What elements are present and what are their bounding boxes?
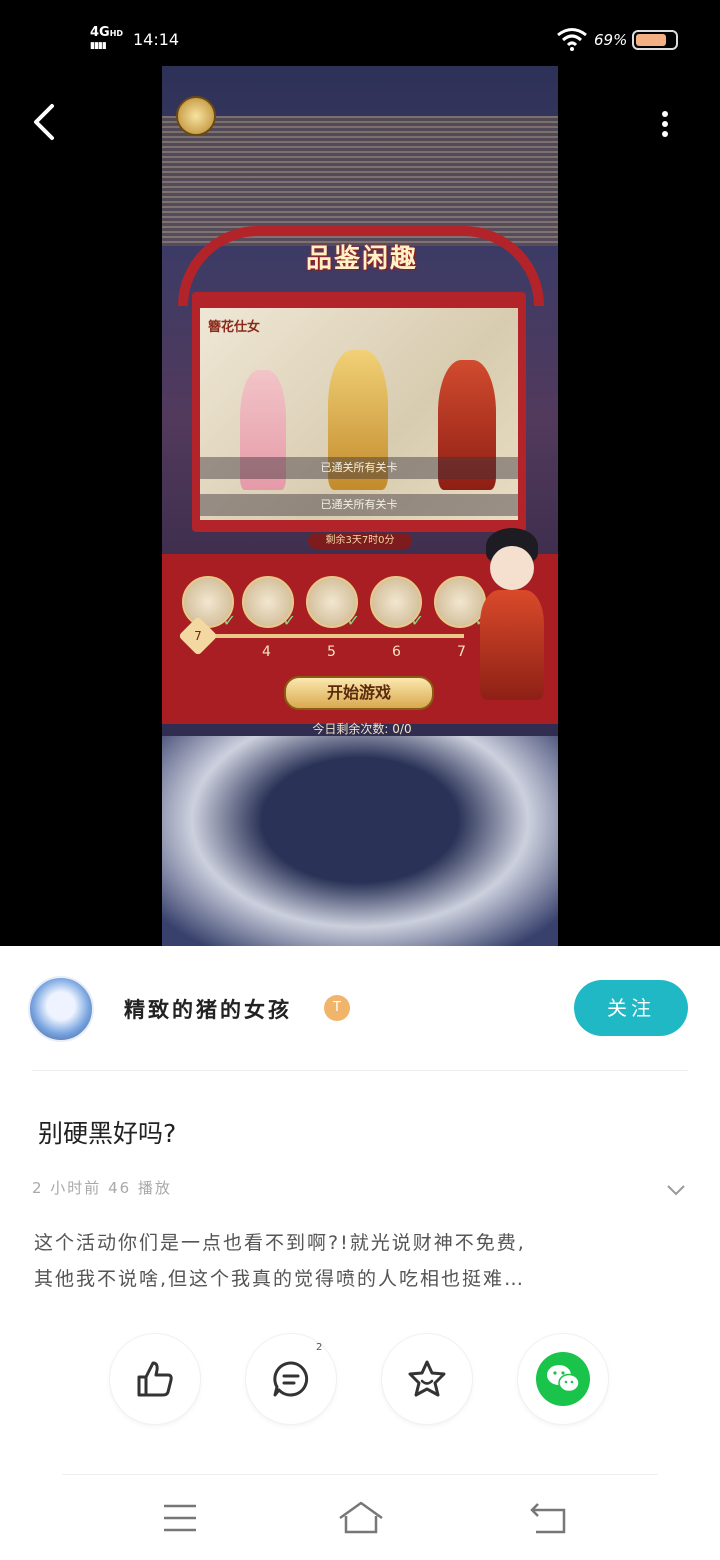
- post-body-line: 这个活动你们是一点也看不到啊?!就光说财神不免费,: [34, 1232, 526, 1254]
- passed-label: 已通关所有关卡: [200, 494, 518, 516]
- painting-label: 簪花仕女: [208, 320, 261, 335]
- reward-item: ✓: [242, 576, 296, 630]
- divider: [62, 1474, 658, 1475]
- battery-percent: 69%: [594, 31, 628, 49]
- follow-button[interactable]: 关注: [574, 980, 688, 1036]
- check-icon: ✓: [282, 611, 296, 630]
- banner-title: 品鉴闲趣: [305, 244, 418, 274]
- like-button[interactable]: [110, 1334, 200, 1424]
- level-badge: T: [324, 995, 350, 1021]
- menu-icon[interactable]: [160, 1498, 200, 1538]
- reward-item: ✓: [306, 576, 360, 630]
- reward-item: ✓: [182, 576, 236, 630]
- share-wechat-button[interactable]: [518, 1334, 608, 1424]
- signal-icon: 4GHD ▮▮▮▮: [90, 25, 124, 51]
- step-number: 4: [262, 644, 271, 660]
- comment-icon: [273, 1361, 309, 1397]
- star-icon: [408, 1360, 446, 1397]
- network-hd: HD: [109, 29, 124, 38]
- progress-line: [202, 634, 464, 638]
- comment-count: 2: [316, 1342, 323, 1353]
- post-title: 别硬黑好吗?: [38, 1119, 177, 1148]
- step-number: 7: [457, 644, 466, 660]
- network-type: 4G: [90, 25, 110, 40]
- step-number: 6: [392, 644, 401, 660]
- check-icon: ✓: [222, 611, 236, 630]
- status-time: 14:14: [133, 30, 180, 49]
- chibi-character: [472, 506, 552, 706]
- thumbs-up-icon: [137, 1361, 173, 1397]
- avatar[interactable]: [28, 976, 94, 1042]
- remaining-time: 剩余3天7时0分: [308, 533, 412, 549]
- check-icon: ✓: [346, 611, 360, 630]
- current-step-badge: 7: [178, 616, 218, 656]
- reward-item: ✓: [370, 576, 424, 630]
- passed-label: 已通关所有关卡: [200, 457, 518, 479]
- post-body-line: 其他我不说啥,但这个我真的觉得喷的人吃相也挺难…: [34, 1268, 526, 1290]
- username[interactable]: 精致的猪的女孩: [124, 994, 292, 1024]
- comment-button[interactable]: [246, 1334, 336, 1424]
- battery-icon: [632, 30, 678, 50]
- chevron-down-icon[interactable]: [664, 1180, 688, 1200]
- post-body: 这个活动你们是一点也看不到啊?!就光说财神不免费, 其他我不说啥,但这个我真的觉…: [34, 1225, 684, 1297]
- favorite-button[interactable]: [382, 1334, 472, 1424]
- painting: 簪花仕女: [200, 308, 518, 520]
- check-icon: ✓: [410, 611, 424, 630]
- start-game-button: 开始游戏: [284, 676, 434, 710]
- game-screenshot: 品鉴闲趣 簪花仕女 已通关所有关卡 已通关所有关卡 剩余3天7时0分 ✓ ✓ ✓…: [162, 66, 558, 946]
- step-number: 5: [327, 644, 336, 660]
- back-arrow-icon[interactable]: [24, 98, 64, 146]
- today-remaining: 今日剩余次数: 0/0: [312, 722, 412, 736]
- return-icon[interactable]: [528, 1498, 568, 1538]
- divider: [32, 1070, 688, 1071]
- home-icon[interactable]: [338, 1498, 384, 1538]
- wifi-icon: [557, 28, 587, 51]
- snow-scene: [162, 736, 558, 946]
- game-back-icon: [176, 96, 216, 136]
- reward-items: ✓ ✓ ✓ ✓ ✓: [182, 576, 488, 630]
- post-meta: 2 小时前 46 播放: [32, 1179, 172, 1197]
- more-options-icon[interactable]: [650, 104, 680, 144]
- wechat-icon: [536, 1352, 590, 1406]
